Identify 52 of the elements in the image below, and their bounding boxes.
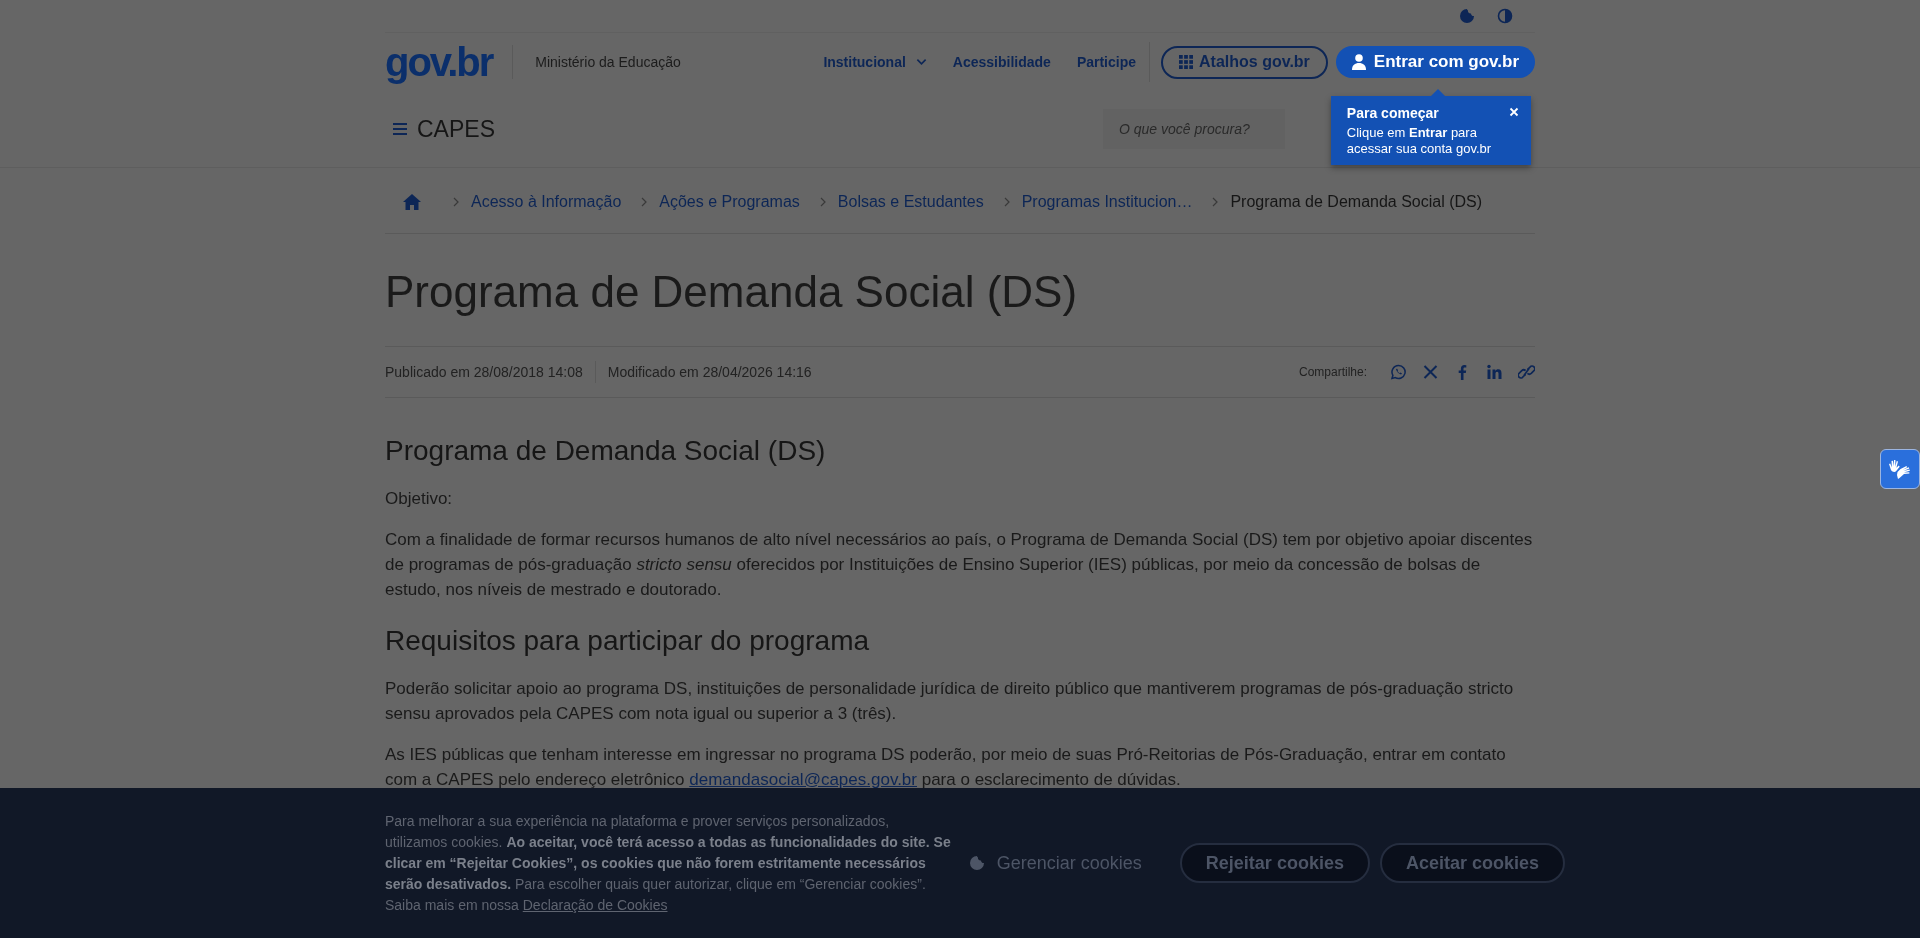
nav-link[interactable]: Participe [1076,54,1136,70]
tooltip-text: Clique em Entrar para acessar sua conta gov.br [1346,125,1493,157]
section-heading: Programa de Demanda Social (DS) [385,434,827,468]
current-page-label: Programa de Demanda Social (DS) [1230,193,1483,211]
shortcuts-button[interactable]: Atalhos gov.br [1161,45,1328,79]
chevron-down-icon [915,58,927,66]
cookie-notice-text: Para melhorar a sua experiência na plataforma e prover serviços personalizados, utilizamos cookies. Ao aceitar, você terá acesso a todas as funcionalidades do site. Se clicar em “Rejeitar Cookies”, os cookies que não forem estritamente necessários serão desativados. Para escolher quais quer autorizar, clique em “Gerenciar cookies”. Saiba mais em nossa Declaração de Cookies [385,811,952,915]
breadcrumb-link[interactable]: Ações e Programas [659,193,800,211]
share-label: Compartilhe: [1298,365,1367,380]
paragraph: Poderão solicitar apoio ao programa DS, instituições de personalidade jurídica de direito público que mantiverem programas de pós-graduação stricto sensu aprovados pela CAPES com nota igual ou superior a 3 (três). [385,677,1515,725]
paragraph: As IES públicas que tenham interesse em ingressar no programa DS poderão, por meio de suas Pró-Reitorias de Pós-Graduação, entrar em contato com a CAPES pelo endereço eletrônico demandasocial@capes.gov.br para o esclarecimento de dúvidas. [385,743,1507,791]
linkedin-icon[interactable] [1486,364,1503,381]
page-title: Programa de Demanda Social (DS) [385,234,1535,348]
cookie-icon[interactable] [1459,8,1475,24]
reject-cookies-button[interactable]: Rejeitar cookies [1179,843,1370,883]
tooltip-title: Para começar [1346,105,1440,121]
govbr-logo[interactable]: gov.br [385,42,493,82]
sign-language-button[interactable] [1880,449,1920,489]
nav-link[interactable]: Acessibilidade [952,54,1051,70]
chevron-right-icon [453,197,459,207]
chevron-right-icon [641,197,648,207]
accept-cookies-button[interactable]: Aceitar cookies [1379,843,1565,883]
chevron-right-icon [819,197,826,207]
paragraph: Com a finalidade de formar recursos humanos de alto nível necessários ao país, o Programa de Demanda Social (DS) tem por objetivo apoiar discentes de programas de pós-graduação stricto sensu oferecidos por Instituições de Ensino Superior (IES) públicas, por meio da concessão de bolsas de estudo, nos níveis de mestrado e doutorado. [385,529,1534,601]
cookie-policy-link[interactable]: Declaração de Cookies [522,896,668,913]
home-icon[interactable] [403,194,421,210]
manage-cookies-button[interactable]: Gerenciar cookies [962,851,1148,875]
menu-icon[interactable] [393,123,407,135]
nav-link[interactable]: Institucional [823,54,927,70]
breadcrumb-link[interactable]: Programas Institucion… [1021,193,1193,211]
site-name[interactable]: CAPES [417,115,495,143]
close-icon[interactable] [1508,107,1519,117]
x-icon[interactable] [1422,364,1439,381]
link-icon[interactable] [1518,364,1535,381]
whatsapp-icon[interactable] [1390,364,1407,381]
ministry-name: Ministério da Educação [535,54,681,70]
grid-icon [1179,55,1193,69]
section-heading: Requisitos para participar do programa [385,624,871,658]
cookie-icon [968,855,985,871]
breadcrumb-link[interactable]: Bolsas e Estudantes [837,193,984,211]
search-field[interactable]: O que você procura? [1103,109,1285,149]
user-icon [1351,54,1366,70]
login-button[interactable]: Entrar com gov.br [1335,46,1535,78]
paragraph: Objetivo: [385,488,454,510]
email-link[interactable]: demandasocial@capes.gov.br [689,769,917,789]
contrast-icon[interactable] [1497,8,1513,24]
chevron-right-icon [1003,197,1010,207]
published-date: Publicado em 28/08/2018 14:08 [385,364,583,381]
modified-date: Modificado em 28/04/2026 14:16 [607,364,812,381]
chevron-right-icon [1212,197,1219,207]
hands-icon [1888,458,1912,480]
breadcrumb-link[interactable]: Acesso à Informação [471,193,622,211]
